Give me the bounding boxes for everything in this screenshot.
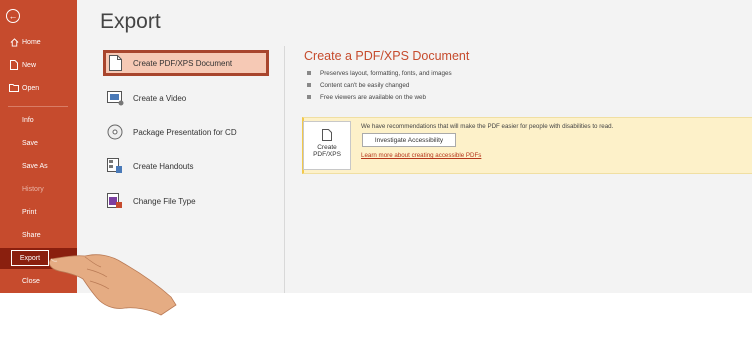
option-label: Create Handouts <box>133 161 194 171</box>
learn-more-link[interactable]: Learn more about creating accessible PDF… <box>361 152 481 159</box>
detail-title: Create a PDF/XPS Document <box>304 49 470 63</box>
home-icon <box>6 37 22 47</box>
create-button-label-line1: Create <box>317 144 337 151</box>
sidebar-divider <box>8 106 68 107</box>
sidebar-item-print[interactable]: Print <box>0 202 77 222</box>
notice-text: We have recommendations that will make t… <box>361 123 614 130</box>
sidebar-item-open[interactable]: Open <box>0 78 77 98</box>
list-item: Content can't be easily changed <box>307 79 452 91</box>
feature-bullet-list: Preserves layout, formatting, fonts, and… <box>307 67 452 103</box>
option-package-cd[interactable]: Package Presentation for CD <box>103 119 269 145</box>
file-type-icon <box>106 192 124 210</box>
option-label: Package Presentation for CD <box>133 127 237 137</box>
bullet-icon <box>307 83 311 87</box>
pdf-document-icon <box>106 54 124 72</box>
bullet-text: Preserves layout, formatting, fonts, and… <box>320 69 452 77</box>
bullet-text: Content can't be easily changed <box>320 81 410 89</box>
sidebar-item-save-as[interactable]: Save As <box>0 156 77 176</box>
sidebar-item-history: History <box>0 179 77 199</box>
pointing-hand-icon <box>49 254 177 316</box>
option-label: Create PDF/XPS Document <box>133 58 233 68</box>
option-label: Create a Video <box>133 93 187 103</box>
folder-icon <box>6 84 22 92</box>
pdf-document-icon <box>322 129 332 141</box>
option-create-pdf-xps[interactable]: Create PDF/XPS Document <box>103 50 269 76</box>
create-pdf-xps-button[interactable]: Create PDF/XPS <box>303 121 351 170</box>
sidebar-item-save[interactable]: Save <box>0 133 77 153</box>
create-button-label-line2: PDF/XPS <box>313 151 341 158</box>
option-change-file-type[interactable]: Change File Type <box>103 188 269 214</box>
list-item: Free viewers are available on the web <box>307 91 452 103</box>
handouts-icon <box>106 157 124 175</box>
sidebar-item-home[interactable]: Home <box>0 32 77 52</box>
sidebar-item-label: History <box>22 185 44 193</box>
sidebar-item-label: Close <box>22 277 40 285</box>
sidebar-item-label: Save As <box>22 162 48 170</box>
option-create-video[interactable]: Create a Video <box>103 85 269 111</box>
bullet-icon <box>307 71 311 75</box>
bullet-icon <box>307 95 311 99</box>
new-file-icon <box>6 60 22 70</box>
sidebar-item-label: Share <box>22 231 41 239</box>
sidebar-item-export[interactable]: Export <box>11 250 49 266</box>
option-create-handouts[interactable]: Create Handouts <box>103 153 269 179</box>
sidebar-item-label: Save <box>22 139 38 147</box>
page-title: Export <box>100 10 161 33</box>
back-arrow-icon[interactable]: ← <box>6 9 20 23</box>
sidebar-item-label: New <box>22 61 37 69</box>
list-item: Preserves layout, formatting, fonts, and… <box>307 67 452 79</box>
sidebar-item-label: Home <box>22 38 41 46</box>
sidebar-item-label: Open <box>22 84 40 92</box>
sidebar-item-share[interactable]: Share <box>0 225 77 245</box>
sidebar-item-label: Print <box>22 208 37 216</box>
sidebar-item-label: Info <box>22 116 34 124</box>
investigate-accessibility-button[interactable]: Investigate Accessibility <box>362 133 456 147</box>
sidebar-item-info[interactable]: Info <box>0 110 77 130</box>
option-label: Change File Type <box>133 196 196 206</box>
cd-icon <box>106 123 124 141</box>
column-divider <box>284 46 285 293</box>
bullet-text: Free viewers are available on the web <box>320 93 427 101</box>
video-icon <box>106 89 124 107</box>
sidebar-item-new[interactable]: New <box>0 55 77 75</box>
